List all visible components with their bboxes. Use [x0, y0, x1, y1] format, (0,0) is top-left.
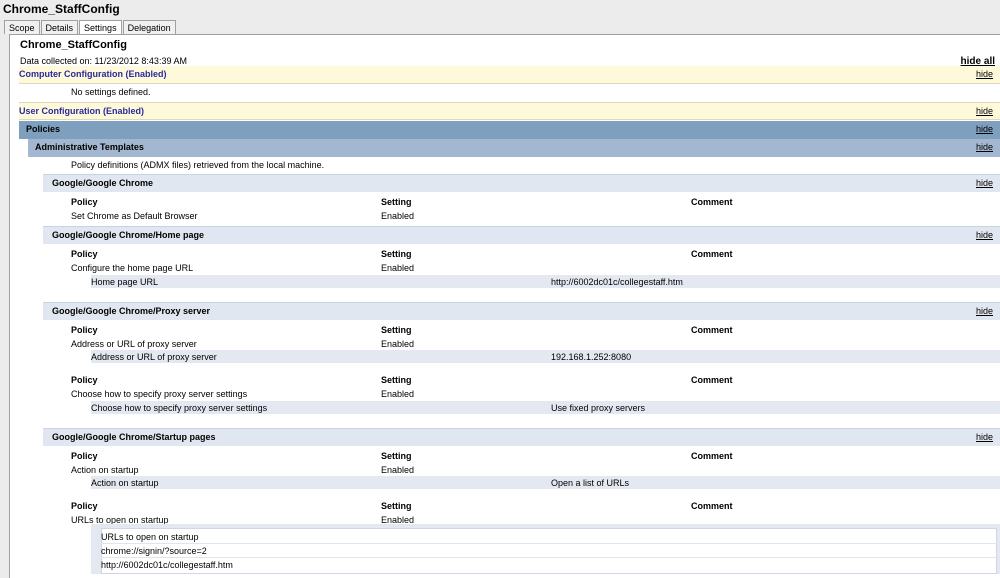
col-setting-header: Setting: [381, 375, 412, 385]
sub-setting-value: Open a list of URLs: [551, 478, 630, 488]
hide-user-link[interactable]: hide: [976, 106, 993, 116]
col-policy-header: Policy: [71, 451, 98, 461]
policies-header[interactable]: Policies hide: [19, 121, 1000, 139]
sub-setting-value: 192.168.1.252:8080: [551, 352, 632, 362]
home-page-header[interactable]: Google/Google Chrome/Home page hide: [43, 226, 1000, 244]
data-collected-text: Data collected on: 11/23/2012 8:43:39 AM: [20, 56, 187, 66]
col-comment-header: Comment: [691, 375, 733, 385]
policies-label: Policies: [26, 124, 61, 134]
policy-setting: Enabled: [381, 211, 415, 221]
google-chrome-header[interactable]: Google/Google Chrome hide: [43, 174, 1000, 192]
user-configuration-label: User Configuration (Enabled): [19, 106, 145, 116]
col-comment-header: Comment: [691, 451, 733, 461]
computer-configuration-header[interactable]: Computer Configuration (Enabled) hide: [19, 66, 1000, 84]
user-configuration-header[interactable]: User Configuration (Enabled) hide: [19, 102, 1000, 120]
col-comment-header: Comment: [691, 249, 733, 259]
proxy-server-label: Google/Google Chrome/Proxy server: [52, 306, 211, 316]
sub-setting-value: Use fixed proxy servers: [551, 403, 646, 413]
no-settings-text: No settings defined.: [71, 87, 151, 97]
urls-list-inner: [101, 528, 997, 574]
hide-computer-link[interactable]: hide: [976, 69, 993, 79]
startup-pages-header[interactable]: Google/Google Chrome/Startup pages hide: [43, 428, 1000, 446]
col-setting-header: Setting: [381, 249, 412, 259]
policy-name: Address or URL of proxy server: [71, 339, 197, 349]
sub-setting-label: Address or URL of proxy server: [91, 352, 217, 362]
hide-proxy-link[interactable]: hide: [976, 306, 993, 316]
hide-policies-link[interactable]: hide: [976, 124, 993, 134]
policy-name: Choose how to specify proxy server setti…: [71, 389, 248, 399]
policy-name: Action on startup: [71, 465, 139, 475]
startup-pages-label: Google/Google Chrome/Startup pages: [52, 432, 216, 442]
administrative-templates-label: Administrative Templates: [35, 142, 144, 152]
url-separator: [101, 543, 1000, 544]
administrative-templates-header[interactable]: Administrative Templates hide: [28, 139, 1000, 157]
policy-setting: Enabled: [381, 389, 415, 399]
col-policy-header: Policy: [71, 325, 98, 335]
tab-scope[interactable]: Scope: [4, 20, 40, 34]
sub-setting-label: Choose how to specify proxy server setti…: [91, 403, 268, 413]
tab-settings[interactable]: Settings: [79, 20, 122, 34]
window-title: Chrome_StaffConfig: [3, 2, 120, 16]
col-setting-header: Setting: [381, 325, 412, 335]
tab-delegation[interactable]: Delegation: [122, 20, 176, 34]
sub-setting-row: [91, 275, 1000, 288]
sub-setting-row: [91, 350, 1000, 363]
col-setting-header: Setting: [381, 451, 412, 461]
policy-setting: Enabled: [381, 263, 415, 273]
urls-box-title: URLs to open on startup: [101, 532, 199, 542]
col-policy-header: Policy: [71, 375, 98, 385]
col-comment-header: Comment: [691, 501, 733, 511]
col-policy-header: Policy: [71, 501, 98, 511]
hide-chrome-link[interactable]: hide: [976, 178, 993, 188]
proxy-server-header[interactable]: Google/Google Chrome/Proxy server hide: [43, 302, 1000, 320]
policy-name: Set Chrome as Default Browser: [71, 211, 198, 221]
url-item: http://6002dc01c/collegestaff.htm: [101, 560, 233, 570]
col-policy-header: Policy: [71, 197, 98, 207]
admx-note: Policy definitions (ADMX files) retrieve…: [71, 160, 325, 170]
hide-home-page-link[interactable]: hide: [976, 230, 993, 240]
hide-startup-link[interactable]: hide: [976, 432, 993, 442]
policy-setting: Enabled: [381, 339, 415, 349]
col-comment-header: Comment: [691, 197, 733, 207]
sub-setting-label: Home page URL: [91, 277, 159, 287]
policy-name: Configure the home page URL: [71, 263, 194, 273]
settings-report-panel: Chrome_StaffConfig Data collected on: 11…: [9, 34, 1000, 578]
col-policy-header: Policy: [71, 249, 98, 259]
policy-setting: Enabled: [381, 465, 415, 475]
url-separator: [101, 557, 1000, 558]
hide-admin-link[interactable]: hide: [976, 142, 993, 152]
google-chrome-label: Google/Google Chrome: [52, 178, 154, 188]
col-setting-header: Setting: [381, 501, 412, 511]
sub-setting-value: http://6002dc01c/collegestaff.htm: [551, 277, 683, 287]
col-setting-header: Setting: [381, 197, 412, 207]
col-comment-header: Comment: [691, 325, 733, 335]
home-page-label: Google/Google Chrome/Home page: [52, 230, 205, 240]
sub-setting-row: [91, 476, 1000, 489]
sub-setting-label: Action on startup: [91, 478, 159, 488]
report-title: Chrome_StaffConfig: [20, 39, 127, 51]
url-item: chrome://signin/?source=2: [101, 546, 207, 556]
computer-configuration-label: Computer Configuration (Enabled): [19, 69, 167, 79]
tab-details[interactable]: Details: [40, 20, 79, 34]
tab-strip: Scope Details Settings Delegation: [4, 20, 177, 34]
